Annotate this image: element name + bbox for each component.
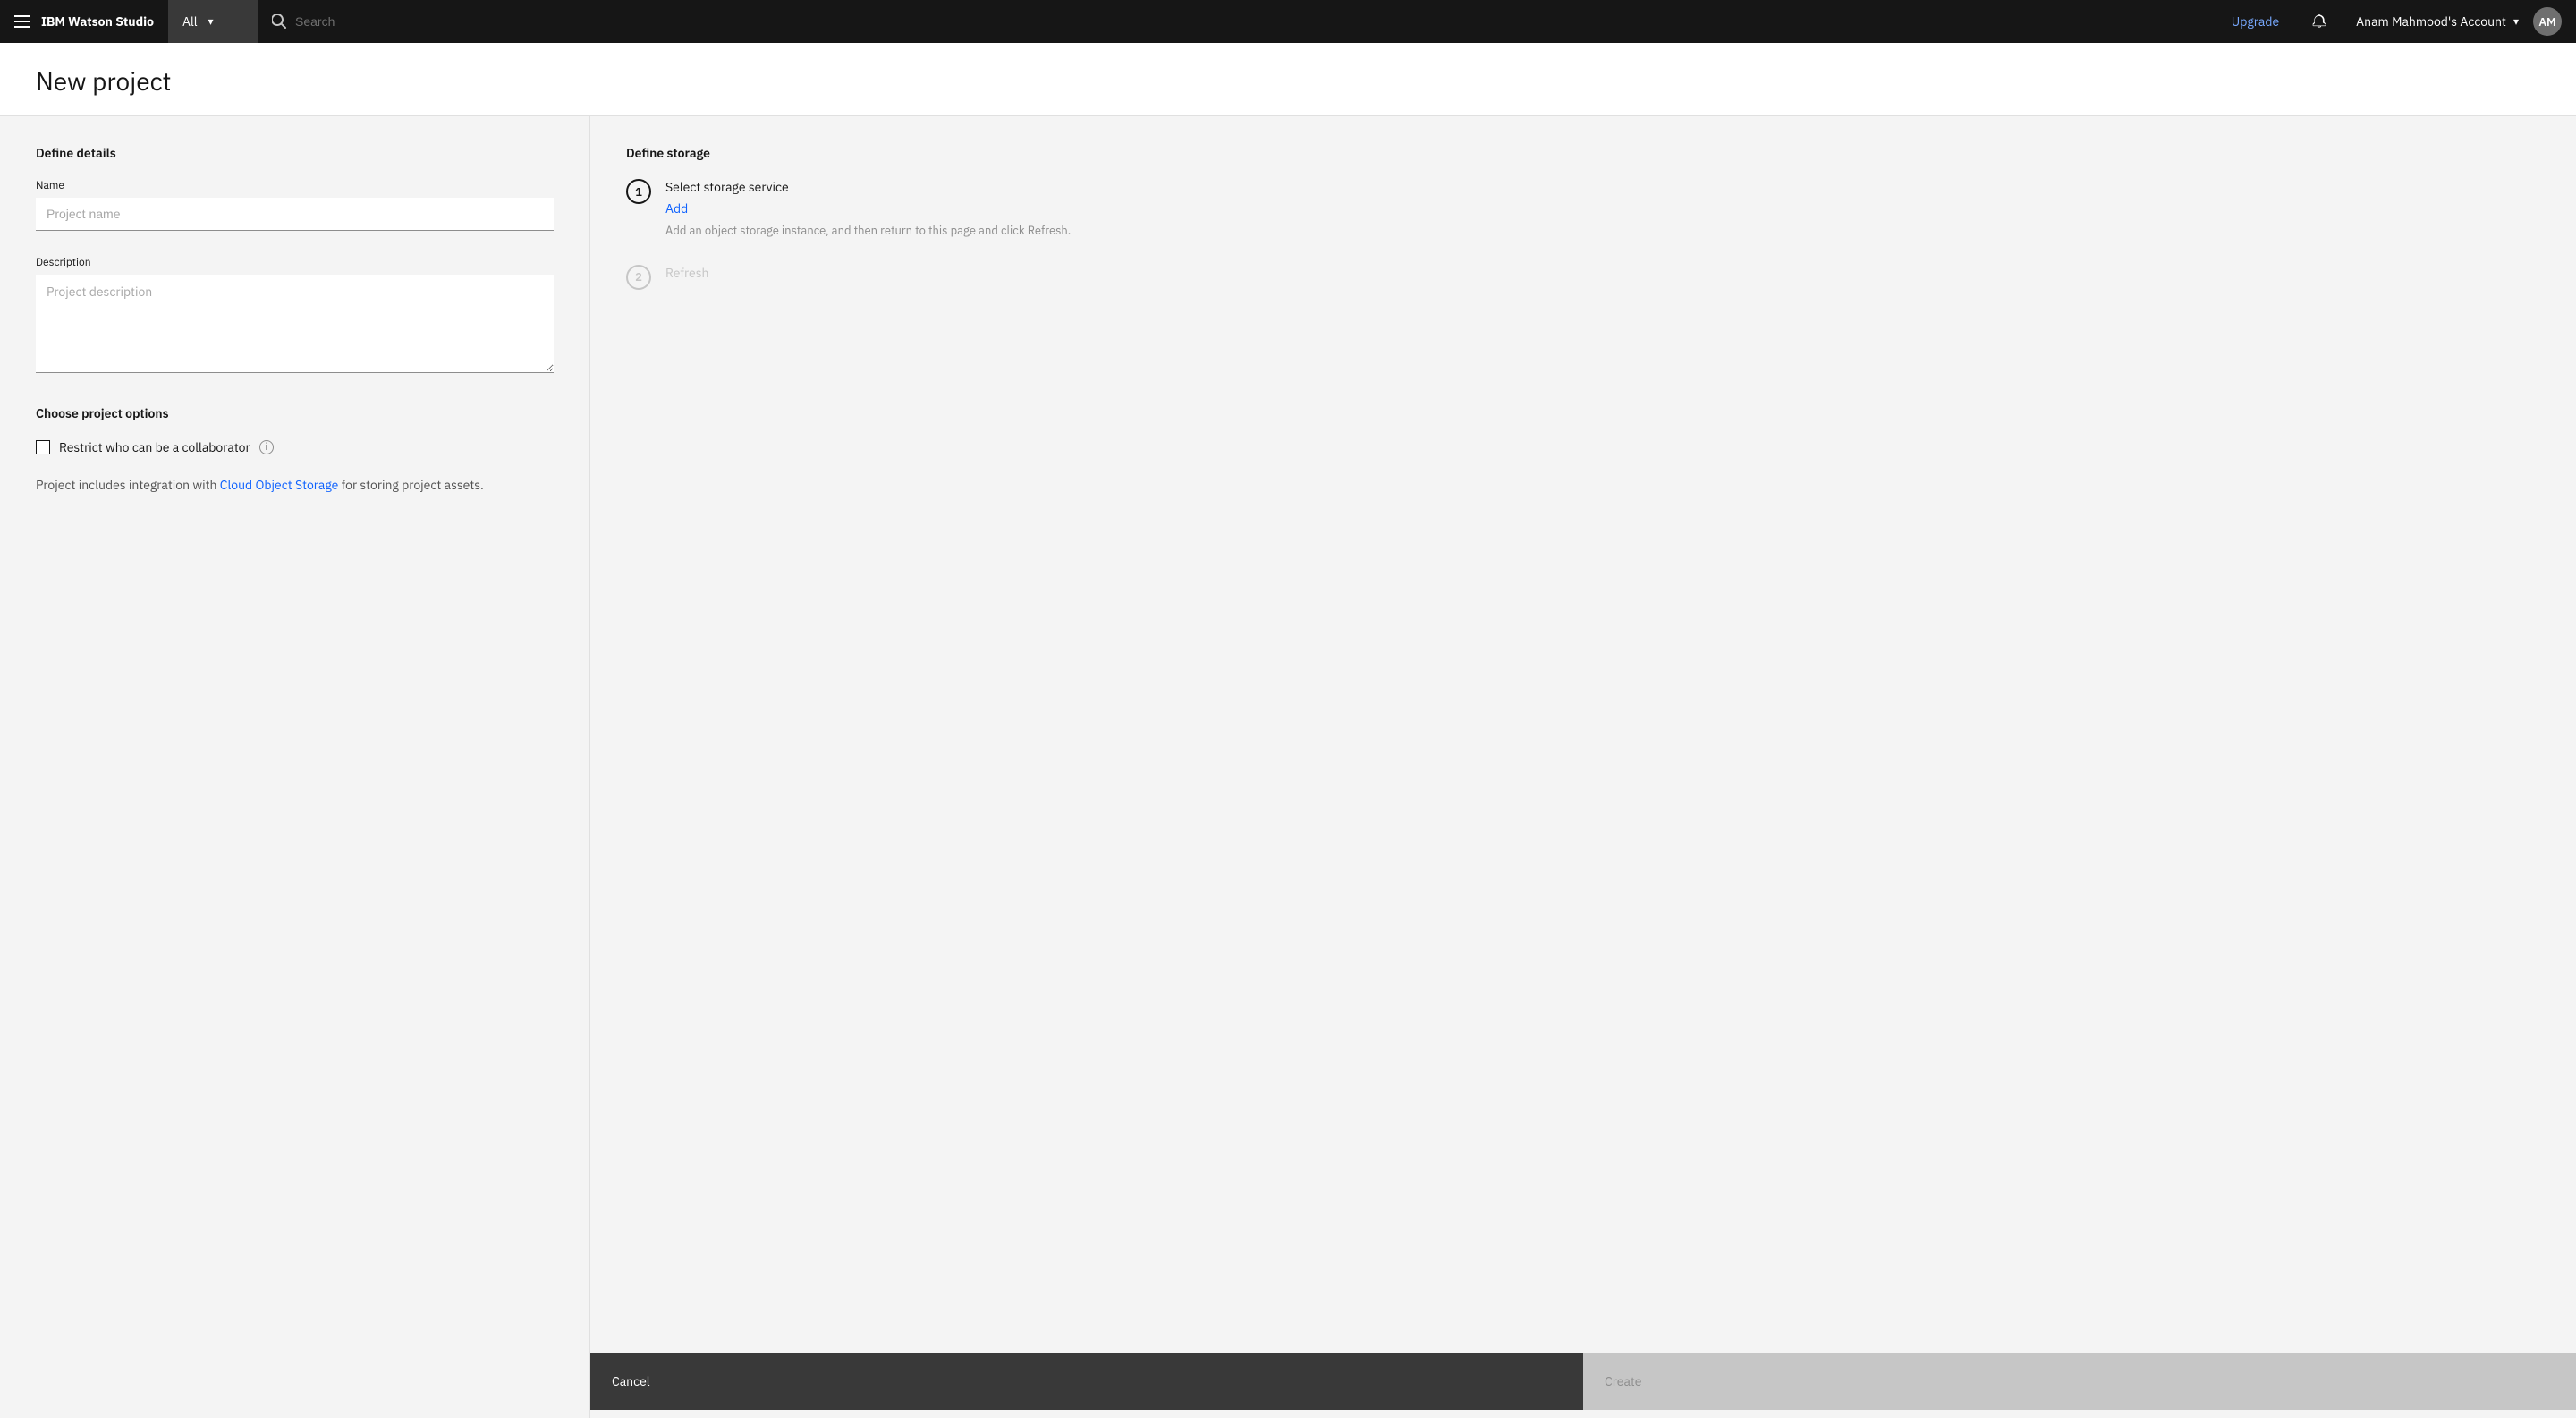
main-content: Define details Name Description Choose p… xyxy=(0,116,2576,1418)
choose-options-heading: Choose project options xyxy=(36,405,554,421)
step1-heading: Select storage service xyxy=(665,179,2540,195)
footer-buttons: Cancel Create xyxy=(590,1353,2576,1410)
define-details-heading: Define details xyxy=(36,145,554,161)
name-label: Name xyxy=(36,179,554,192)
dropdown-label: All xyxy=(182,13,198,30)
scope-dropdown[interactable]: All ▾ xyxy=(168,0,258,43)
step2-circle: 2 xyxy=(626,265,651,290)
restrict-collaborator-checkbox[interactable] xyxy=(36,440,50,454)
cloud-object-storage-link[interactable]: Cloud Object Storage xyxy=(220,477,339,493)
page-title-bar: New project xyxy=(0,43,2576,116)
step2-refresh-link[interactable]: Refresh xyxy=(665,265,2540,281)
left-panel: Define details Name Description Choose p… xyxy=(0,116,590,1418)
integration-text-post: for storing project assets. xyxy=(338,477,483,493)
step2-row: 2 Refresh xyxy=(626,265,2540,290)
account-chevron-icon: ▾ xyxy=(2513,15,2519,29)
page-title: New project xyxy=(36,64,2540,98)
project-name-input[interactable] xyxy=(36,198,554,231)
step1-add-link[interactable]: Add xyxy=(665,200,2540,217)
header-right-area: Upgrade Anam Mahmood's Account ▾ AM xyxy=(2214,0,2576,43)
account-dropdown[interactable]: Anam Mahmood's Account ▾ AM xyxy=(2342,0,2576,43)
create-button[interactable]: Create xyxy=(1583,1353,2576,1410)
brand-bold: Watson Studio xyxy=(68,13,154,30)
brand-plain: IBM xyxy=(41,13,68,30)
integration-text-pre: Project includes integration with xyxy=(36,477,220,493)
app-brand: IBM Watson Studio xyxy=(41,13,168,30)
app-header: IBM Watson Studio All ▾ Upgrade Anam Mah… xyxy=(0,0,2576,43)
name-field-group: Name xyxy=(36,179,554,234)
chevron-down-icon: ▾ xyxy=(208,15,214,29)
search-icon xyxy=(272,14,286,29)
notification-bell-icon[interactable] xyxy=(2297,13,2342,30)
step1-content: Select storage service Add Add an object… xyxy=(665,179,2540,240)
step1-row: 1 Select storage service Add Add an obje… xyxy=(626,179,2540,240)
description-label: Description xyxy=(36,256,554,269)
info-icon[interactable]: i xyxy=(259,440,274,454)
project-description-input[interactable] xyxy=(36,275,554,373)
account-label: Anam Mahmood's Account xyxy=(2356,13,2506,30)
upgrade-link[interactable]: Upgrade xyxy=(2214,13,2297,30)
menu-icon[interactable] xyxy=(14,15,41,28)
step1-hint: Add an object storage instance, and then… xyxy=(665,222,1095,240)
description-field-group: Description xyxy=(36,256,554,377)
restrict-collaborator-label: Restrict who can be a collaborator xyxy=(59,439,250,455)
right-panel: Define storage 1 Select storage service … xyxy=(590,116,2576,1418)
define-storage-heading: Define storage xyxy=(626,145,2540,161)
integration-text: Project includes integration with Cloud … xyxy=(36,477,554,493)
search-bar xyxy=(258,14,2214,29)
step2-content: Refresh xyxy=(665,265,2540,286)
search-input[interactable] xyxy=(295,14,2199,29)
cancel-button[interactable]: Cancel xyxy=(590,1353,1583,1410)
avatar: AM xyxy=(2533,7,2562,36)
restrict-collaborator-row: Restrict who can be a collaborator i xyxy=(36,439,554,455)
step1-circle: 1 xyxy=(626,179,651,204)
